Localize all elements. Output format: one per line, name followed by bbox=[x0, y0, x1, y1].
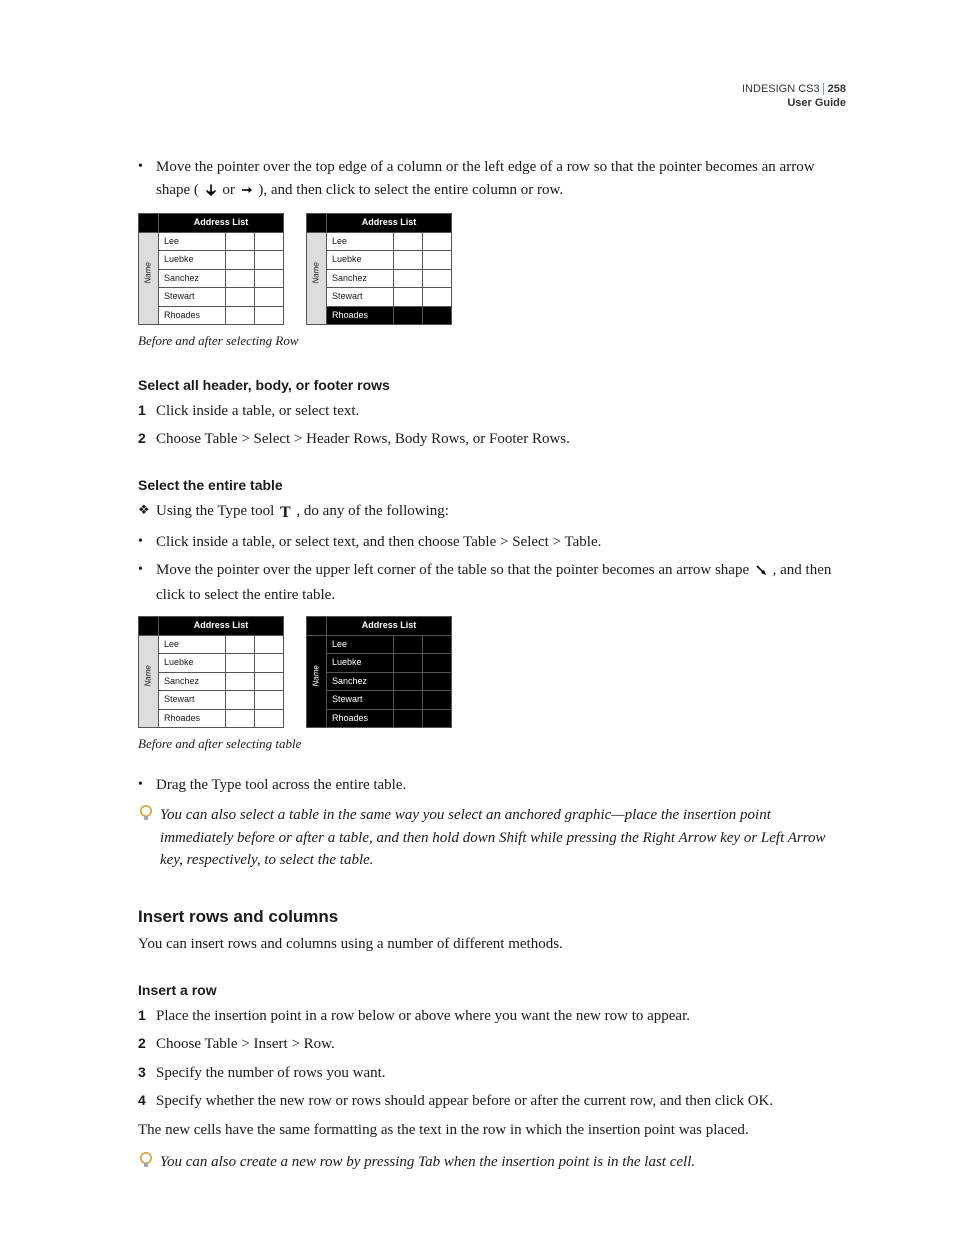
caption-row: Before and after selecting Row bbox=[138, 331, 846, 351]
insert-step-2: 2Choose Table > Insert > Row. bbox=[138, 1033, 846, 1056]
figure-row-selection: → Address List NameLee Luebke Sanchez St… bbox=[138, 213, 846, 325]
arrow-down-icon bbox=[205, 181, 217, 204]
lightbulb-icon bbox=[138, 804, 160, 832]
bullet-pointer-arrow: • Move the pointer over the top edge of … bbox=[138, 156, 846, 203]
tip-select-table: You can also select a table in the same … bbox=[138, 804, 846, 872]
tip-tab-new-row: You can also create a new row by pressin… bbox=[138, 1151, 846, 1179]
arrow-right-icon bbox=[241, 181, 253, 204]
user-guide-label: User Guide bbox=[787, 97, 846, 109]
figure-table-selection: Address List NameLee Luebke Sanchez Stew… bbox=[138, 616, 846, 728]
page-number: 258 bbox=[823, 83, 846, 95]
insert-step-4: 4Specify whether the new row or rows sho… bbox=[138, 1090, 846, 1113]
table-before-all: Address List NameLee Luebke Sanchez Stew… bbox=[138, 616, 284, 728]
corner-arrow-icon bbox=[139, 618, 149, 633]
insert-step-3: 3Specify the number of rows you want. bbox=[138, 1062, 846, 1085]
step-1: 1Click inside a table, or select text. bbox=[138, 400, 846, 423]
page-header: INDESIGN CS3258 User Guide bbox=[742, 82, 846, 111]
heading-insert-row: Insert a row bbox=[138, 980, 846, 1001]
page-content: • Move the pointer over the top edge of … bbox=[138, 156, 846, 1179]
heading-select-entire-table: Select the entire table bbox=[138, 475, 846, 496]
table-after-row: Address List NameLee Luebke Sanchez Stew… bbox=[306, 213, 452, 325]
insert-intro: You can insert rows and columns using a … bbox=[138, 933, 846, 956]
table-before-row: Address List NameLee Luebke Sanchez Stew… bbox=[138, 213, 284, 325]
bullet-drag-type-tool: •Drag the Type tool across the entire ta… bbox=[138, 774, 846, 797]
diagonal-arrow-icon bbox=[755, 561, 767, 584]
lightbulb-icon bbox=[138, 1151, 160, 1179]
after-steps-note: The new cells have the same formatting a… bbox=[138, 1119, 846, 1142]
bullet-select-table-menu: •Click inside a table, or select text, a… bbox=[138, 531, 846, 554]
table-after-all: Address List NameLee Luebke Sanchez Stew… bbox=[306, 616, 452, 728]
heading-insert-rows-columns: Insert rows and columns bbox=[138, 904, 846, 930]
product-name: INDESIGN CS3 bbox=[742, 83, 820, 95]
bullet-select-table-corner: • Move the pointer over the upper left c… bbox=[138, 559, 846, 606]
insert-step-1: 1Place the insertion point in a row belo… bbox=[138, 1005, 846, 1028]
step-2: 2Choose Table > Select > Header Rows, Bo… bbox=[138, 428, 846, 451]
type-tool-icon: T bbox=[280, 501, 291, 525]
row-arrow-icon: → bbox=[136, 217, 146, 232]
lead-type-tool: ❖ Using the Type tool T , do any of the … bbox=[138, 500, 846, 525]
heading-select-header-rows: Select all header, body, or footer rows bbox=[138, 375, 846, 396]
caption-table: Before and after selecting table bbox=[138, 734, 846, 754]
